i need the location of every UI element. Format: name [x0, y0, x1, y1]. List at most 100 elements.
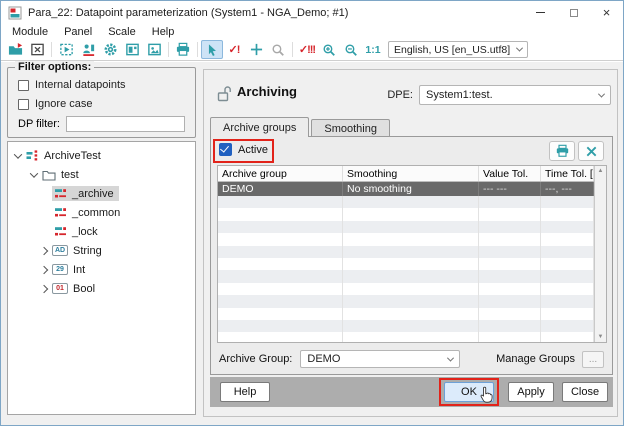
tree-item-label: ArchiveTest [44, 149, 101, 162]
internal-datapoints-checkbox[interactable]: Internal datapoints [18, 79, 126, 91]
scroll-down-icon[interactable]: ▼ [598, 334, 604, 340]
table-empty-row[interactable] [218, 196, 606, 209]
check-all-button[interactable]: ✓!!! [296, 40, 318, 59]
dpe-select[interactable]: System1:test. [419, 85, 611, 105]
close-panel-button[interactable]: Close [562, 382, 608, 402]
archiving-panel: Archiving DPE: System1:test. Archive gro… [203, 69, 618, 417]
type-string-icon: AD [52, 245, 68, 256]
table-empty-row[interactable] [218, 208, 606, 221]
dp-filter-row: DP filter: [18, 116, 185, 132]
panel-icon [125, 43, 139, 56]
check-button[interactable]: ✓! [223, 40, 245, 59]
scroll-up-icon[interactable]: ▲ [598, 168, 604, 174]
open-module-button[interactable] [4, 40, 26, 59]
archive-group-select[interactable]: DEMO [300, 350, 461, 368]
table-empty-row[interactable] [218, 332, 606, 342]
tree-item-bool[interactable]: 01 Bool [8, 279, 195, 298]
cell-value-tol: --- --- [479, 182, 541, 196]
tab-bar: Archive groups Smoothing [210, 117, 392, 137]
zoom-out-icon [345, 43, 357, 56]
tree-item-label: Bool [73, 282, 96, 295]
table-empty-cell [218, 319, 343, 333]
table-empty-row[interactable] [218, 220, 606, 234]
table-empty-row[interactable] [218, 282, 606, 296]
tree-item-label: Int [73, 263, 86, 276]
table-row-demo-selected[interactable]: DEMO No smoothing --- --- ---, --- [218, 182, 606, 196]
table-empty-row[interactable] [218, 319, 606, 333]
zoom-ratio-button[interactable]: 1:1 [362, 40, 384, 59]
help-button[interactable]: Help [220, 382, 270, 402]
active-checkbox[interactable]: Active [219, 143, 268, 156]
menu-module[interactable]: Module [4, 26, 56, 38]
column-header-smoothing[interactable]: Smoothing [343, 166, 479, 181]
table-empty-cell [479, 208, 541, 221]
table-empty-row[interactable] [218, 295, 606, 308]
chevron-right-icon[interactable] [39, 265, 49, 274]
tab-smoothing[interactable]: Smoothing [311, 119, 390, 137]
filter-options-title: Filter options: [15, 61, 95, 73]
tree-item-common[interactable]: _common [8, 203, 195, 222]
tree-item-int[interactable]: 29 Int [8, 260, 195, 279]
menu-scale[interactable]: Scale [100, 26, 144, 38]
table-empty-cell [541, 332, 594, 342]
table-empty-row[interactable] [218, 307, 606, 320]
main-content: Filter options: Internal datapoints Igno… [1, 61, 623, 425]
table-empty-row[interactable] [218, 245, 606, 258]
gear-icon [104, 43, 116, 56]
chevron-right-icon[interactable] [39, 284, 49, 293]
column-header-value-tol[interactable]: Value Tol. [479, 166, 541, 181]
maximize-icon [569, 8, 578, 17]
table-empty-cell [479, 270, 541, 283]
para-module-button[interactable] [77, 40, 99, 59]
dp-filter-input[interactable] [65, 116, 185, 132]
zoom-out-button[interactable] [340, 40, 362, 59]
language-select[interactable]: English, US [en_US.utf8] [388, 41, 529, 58]
menu-panel[interactable]: Panel [56, 26, 100, 38]
close-button[interactable]: × [590, 1, 623, 24]
column-header-archive-group[interactable]: Archive group [218, 166, 343, 181]
tree-item-archivetest[interactable]: ArchiveTest [8, 146, 195, 165]
table-empty-row[interactable] [218, 233, 606, 246]
open-panel-button[interactable] [143, 40, 165, 59]
chevron-down-icon[interactable] [29, 168, 39, 178]
ok-button[interactable]: OK [444, 382, 494, 402]
checkbox-checked-icon [219, 143, 232, 156]
chevron-right-icon[interactable] [39, 246, 49, 255]
menu-help[interactable]: Help [144, 26, 183, 38]
settings-button[interactable] [99, 40, 121, 59]
table-empty-cell [218, 220, 343, 234]
tree-item-lock[interactable]: _lock [8, 222, 195, 241]
tree-item-archive[interactable]: _archive [8, 184, 195, 203]
table-scrollbar[interactable]: ▲ ▼ [594, 166, 606, 342]
move-tool-button[interactable] [245, 40, 267, 59]
search-button[interactable] [267, 40, 289, 59]
cell-time-tol: ---, --- [541, 182, 594, 196]
tab-archive-groups[interactable]: Archive groups [210, 117, 310, 137]
delete-button[interactable] [578, 141, 604, 161]
toolbar-separator [292, 42, 293, 57]
table-empty-row[interactable] [218, 257, 606, 271]
close-module-button[interactable] [26, 40, 48, 59]
zoom-in-button[interactable] [318, 40, 340, 59]
minimize-button[interactable] [524, 1, 557, 24]
maximize-button[interactable] [557, 1, 590, 24]
printer-icon [176, 42, 190, 56]
archive-group-select-value: DEMO [307, 353, 341, 365]
table-empty-row[interactable] [218, 270, 606, 283]
run-module-button[interactable] [55, 40, 77, 59]
select-tool-button[interactable] [201, 40, 223, 59]
manage-groups-button[interactable]: ... [582, 350, 604, 368]
ignore-case-checkbox[interactable]: Ignore case [18, 98, 92, 110]
folder-icon [42, 170, 56, 181]
para-module-icon [82, 44, 94, 56]
column-header-time-tol[interactable]: Time Tol. [s] [541, 166, 594, 181]
tree-item-test[interactable]: test [8, 165, 195, 184]
table-empty-cell [343, 245, 479, 258]
print-button[interactable] [172, 40, 194, 59]
chevron-down-icon[interactable] [13, 149, 23, 159]
print-list-button[interactable] [549, 141, 575, 161]
new-panel-button[interactable] [121, 40, 143, 59]
apply-button[interactable]: Apply [508, 382, 554, 402]
tree-item-string[interactable]: AD String [8, 241, 195, 260]
table-empty-cell [343, 307, 479, 320]
